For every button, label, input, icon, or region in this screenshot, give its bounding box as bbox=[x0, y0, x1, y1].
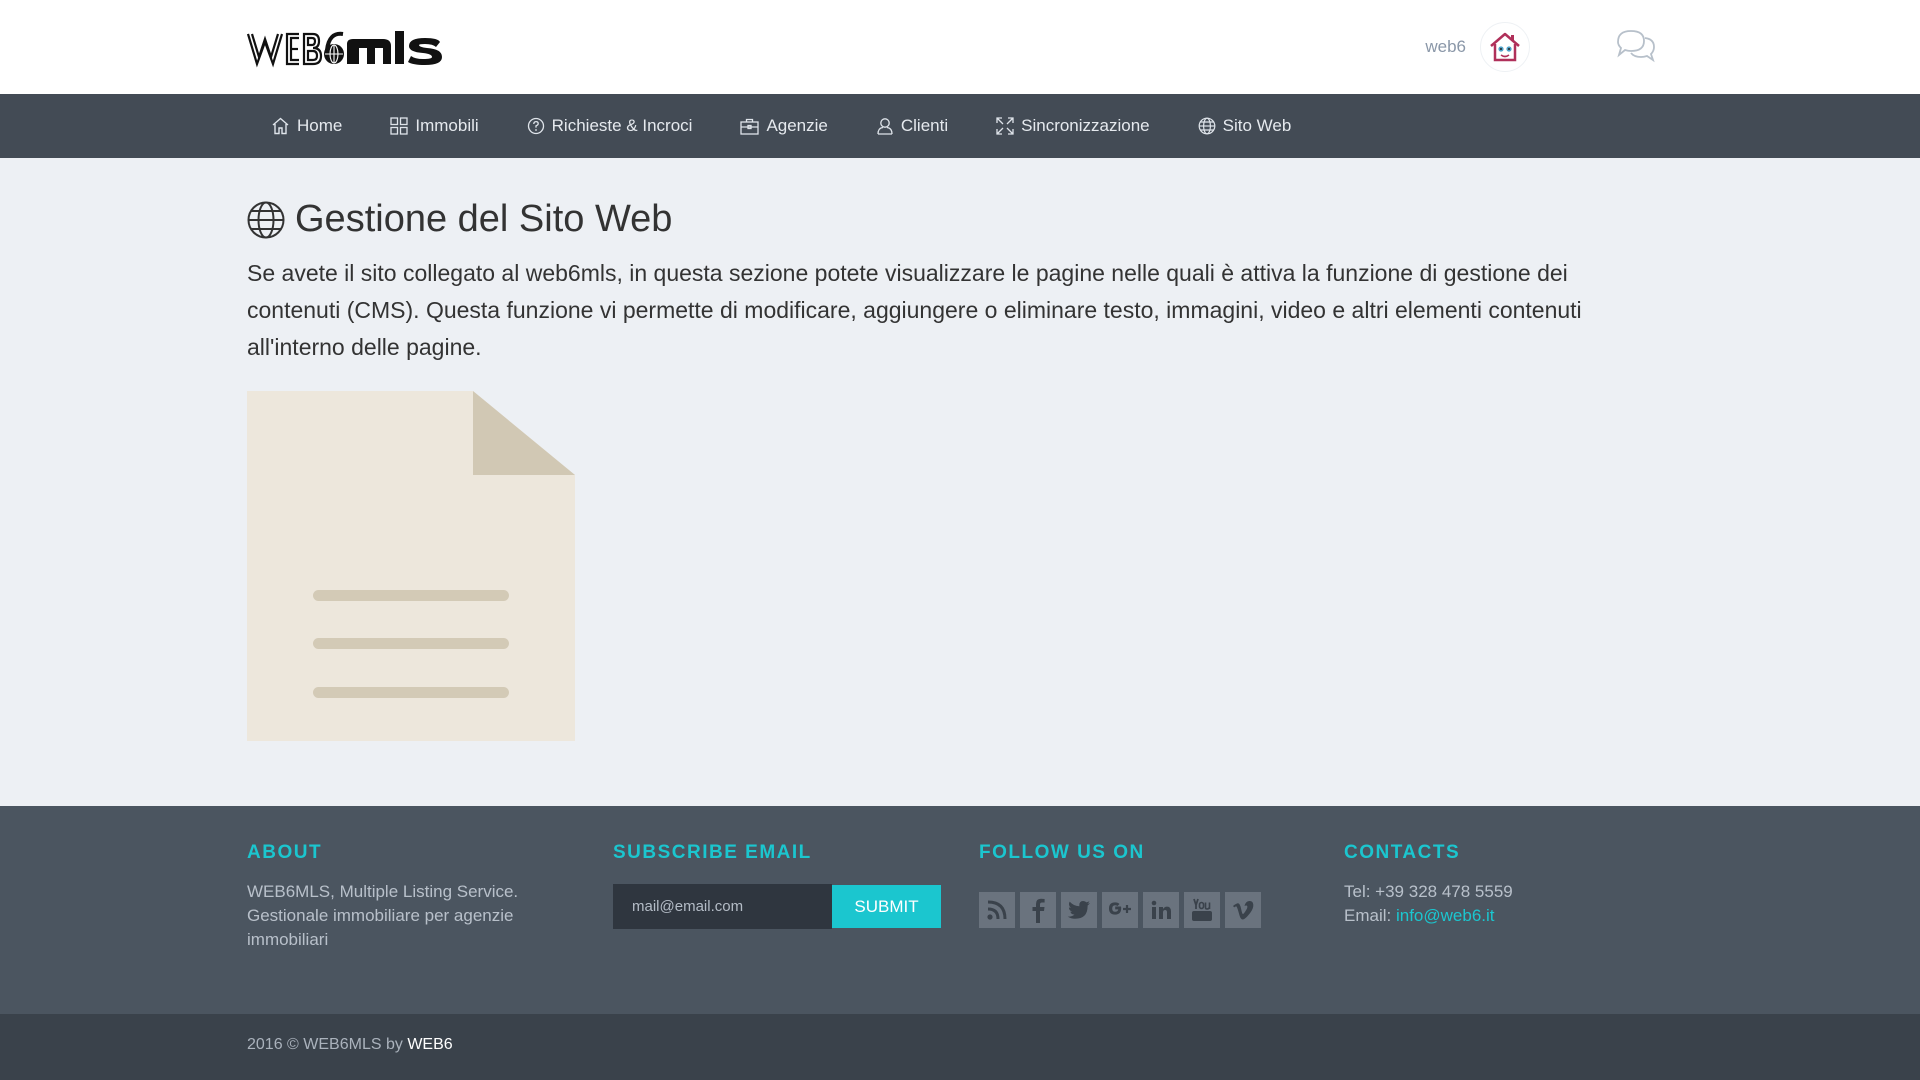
user-menu[interactable]: web6 bbox=[1425, 22, 1530, 72]
copyright-text: 2016 © WEB6MLS by bbox=[247, 1036, 408, 1053]
bottom-bar: 2016 © WEB6MLS by WEB6 bbox=[0, 1014, 1920, 1080]
user-icon bbox=[877, 118, 893, 135]
nav-item-immobili[interactable]: Immobili bbox=[366, 94, 502, 158]
subscribe-form: SUBMIT bbox=[613, 884, 941, 929]
nav-label: Agenzie bbox=[766, 116, 828, 135]
briefcase-icon bbox=[740, 118, 760, 135]
contact-details: Tel: +39 328 478 5559 Email: info@web6.i… bbox=[1344, 880, 1513, 928]
email-label: Email: bbox=[1344, 906, 1396, 925]
nav-label: Sito Web bbox=[1222, 116, 1292, 135]
grid-icon bbox=[390, 117, 409, 135]
house-avatar-icon bbox=[1490, 32, 1520, 62]
chat-icon[interactable] bbox=[1614, 26, 1658, 66]
document-icon bbox=[247, 391, 575, 746]
social-links bbox=[979, 892, 1266, 928]
nav-label: Immobili bbox=[415, 116, 479, 135]
nav-item-home[interactable]: Home bbox=[247, 94, 366, 158]
footer-about: ABOUT WEB6MLS, Multiple Listing Service.… bbox=[247, 842, 577, 952]
page-description: Se avete il sito collegato al web6mls, i… bbox=[247, 260, 1582, 360]
main-navbar: Home Immobili Richieste & Incroci Agenzi… bbox=[0, 94, 1920, 158]
email-link[interactable]: info@web6.it bbox=[1396, 906, 1495, 925]
footer-follow: FOLLOW US ON bbox=[979, 842, 1266, 928]
question-circle-icon bbox=[527, 117, 544, 135]
main-nav: Home Immobili Richieste & Incroci Agenzi… bbox=[247, 94, 1315, 158]
globe-icon bbox=[247, 201, 285, 238]
rss-icon[interactable] bbox=[979, 892, 1015, 928]
nav-item-agenzie[interactable]: Agenzie bbox=[716, 94, 851, 158]
contact-phone: Tel: +39 328 478 5559 bbox=[1344, 882, 1513, 901]
globe-icon bbox=[1198, 117, 1216, 135]
expand-arrows-icon bbox=[996, 117, 1014, 135]
about-text: WEB6MLS, Multiple Listing Service. Gesti… bbox=[247, 882, 519, 949]
main-content: Gestione del Sito Web Se avete il sito c… bbox=[247, 158, 1673, 741]
email-field[interactable] bbox=[613, 884, 832, 929]
footer-contacts: CONTACTS Tel: +39 328 478 5559 Email: in… bbox=[1344, 842, 1513, 928]
page-heading: Gestione del Sito Web bbox=[295, 198, 673, 240]
web6mls-logo-icon bbox=[247, 31, 442, 68]
top-header: web6 bbox=[0, 0, 1920, 94]
footer-heading: SUBSCRIBE EMAIL bbox=[613, 842, 812, 863]
nav-item-richieste[interactable]: Richieste & Incroci bbox=[503, 94, 717, 158]
twitter-icon[interactable] bbox=[1061, 892, 1097, 928]
submit-button[interactable]: SUBMIT bbox=[832, 885, 941, 928]
footer-heading: FOLLOW US ON bbox=[979, 842, 1145, 863]
footer-heading: ABOUT bbox=[247, 842, 323, 863]
copyright: 2016 © WEB6MLS by WEB6 bbox=[247, 1036, 453, 1054]
avatar[interactable] bbox=[1480, 22, 1530, 72]
youtube-icon[interactable] bbox=[1184, 892, 1220, 928]
user-name[interactable]: web6 bbox=[1425, 37, 1466, 57]
logo[interactable] bbox=[247, 28, 499, 72]
nav-label: Home bbox=[297, 116, 343, 135]
google-plus-icon[interactable] bbox=[1102, 892, 1138, 928]
linkedin-icon[interactable] bbox=[1143, 892, 1179, 928]
footer-heading: CONTACTS bbox=[1344, 842, 1461, 863]
nav-label: Richieste & Incroci bbox=[551, 116, 693, 135]
footer-subscribe: SUBSCRIBE EMAIL SUBMIT bbox=[613, 842, 941, 929]
brand-link[interactable]: WEB6 bbox=[407, 1036, 452, 1053]
footer: ABOUT WEB6MLS, Multiple Listing Service.… bbox=[0, 806, 1920, 1014]
nav-item-sincronizzazione[interactable]: Sincronizzazione bbox=[972, 94, 1174, 158]
nav-label: Sincronizzazione bbox=[1021, 116, 1150, 135]
contact-email-line: Email: info@web6.it bbox=[1344, 904, 1513, 928]
vimeo-icon[interactable] bbox=[1225, 892, 1261, 928]
nav-label: Clienti bbox=[900, 116, 949, 135]
nav-item-clienti[interactable]: Clienti bbox=[852, 94, 972, 158]
page-title: Gestione del Sito Web bbox=[247, 198, 1673, 241]
facebook-icon[interactable] bbox=[1020, 892, 1056, 928]
home-icon bbox=[272, 117, 289, 135]
nav-item-sito-web[interactable]: Sito Web bbox=[1174, 94, 1316, 158]
